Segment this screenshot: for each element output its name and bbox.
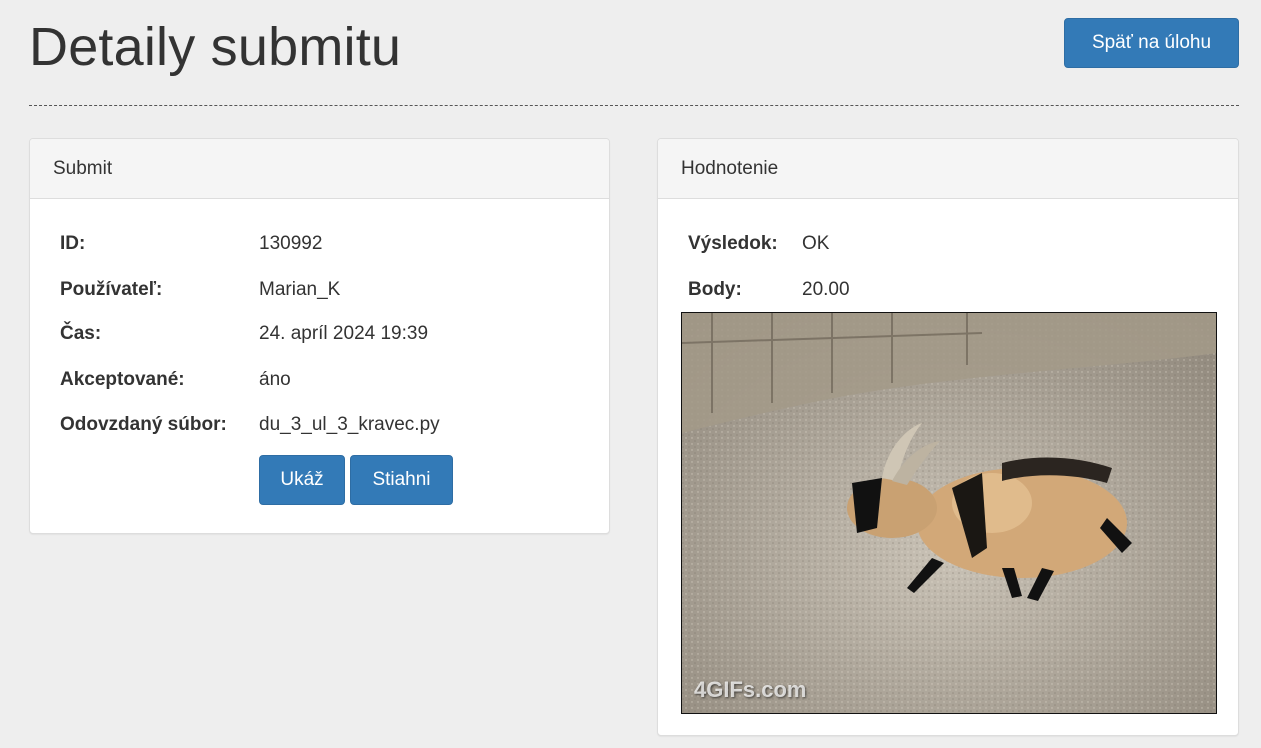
field-row-accepted: Akceptované:: [60, 368, 185, 392]
field-row-id: ID:: [60, 232, 85, 256]
evaluation-panel-heading: Hodnotenie: [658, 139, 1238, 199]
field-label: Čas:: [60, 323, 102, 344]
evaluation-panel: Hodnotenie Výsledok: OK Body: 20.00 4GIF…: [657, 138, 1239, 736]
back-to-task-button[interactable]: Späť na úlohu: [1064, 18, 1239, 68]
field-row-user: Používateľ:: [60, 278, 162, 302]
field-value-time: 24. apríl 2024 19:39: [259, 322, 428, 346]
field-label: Odovzdaný súbor:: [60, 414, 227, 435]
field-label: Používateľ:: [60, 279, 163, 300]
field-value-file: du_3_ul_3_kravec.py: [259, 413, 440, 437]
field-row-points: Body:: [688, 278, 742, 302]
field-value: OK: [802, 233, 830, 254]
field-value: 130992: [259, 233, 323, 254]
page-title: Detaily submitu: [29, 17, 402, 77]
submit-panel-heading: Submit: [30, 139, 609, 199]
field-label: ID:: [60, 233, 86, 254]
field-value-result: OK: [802, 232, 829, 256]
header-divider: [29, 105, 1239, 106]
field-value: du_3_ul_3_kravec.py: [259, 414, 440, 435]
show-button[interactable]: Ukáž: [259, 455, 345, 505]
field-value-accepted: áno: [259, 368, 291, 392]
goat-running-icon: [682, 313, 1216, 713]
field-label: Výsledok:: [688, 233, 778, 254]
field-value-user: Marian_K: [259, 278, 340, 302]
image-watermark: 4GIFs.com: [694, 677, 807, 702]
submit-panel: Submit ID: 130992 Používateľ: Marian_K Č…: [29, 138, 610, 534]
field-label: Akceptované:: [60, 369, 185, 390]
download-button[interactable]: Stiahni: [350, 455, 453, 505]
field-value: 20.00: [802, 279, 850, 300]
field-row-time: Čas:: [60, 322, 101, 346]
field-value-id: 130992: [259, 232, 322, 256]
field-row-file: Odovzdaný súbor:: [60, 413, 227, 437]
field-value: 24. apríl 2024 19:39: [259, 323, 429, 344]
field-label: Body:: [688, 279, 742, 300]
result-gif-image: 4GIFs.com: [681, 312, 1217, 714]
field-row-result: Výsledok:: [688, 232, 778, 256]
field-value: Marian_K: [259, 279, 341, 300]
field-value-points: 20.00: [802, 278, 850, 302]
field-value: áno: [259, 369, 291, 390]
